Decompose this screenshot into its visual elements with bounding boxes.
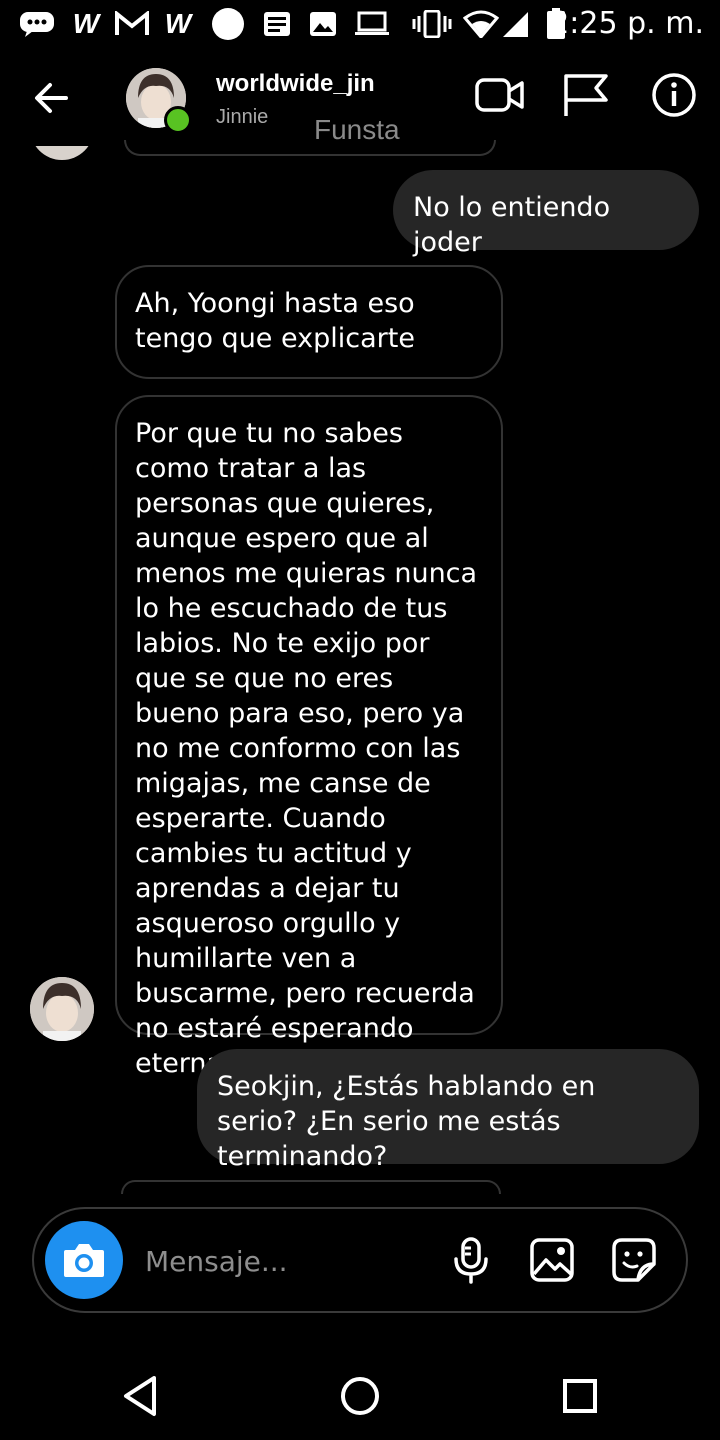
circle-icon (208, 8, 248, 40)
message-input[interactable] (145, 1240, 425, 1282)
info-icon (652, 73, 696, 117)
w-icon: W (164, 8, 192, 39)
nav-recents-icon (563, 1379, 597, 1413)
back-button[interactable] (30, 76, 74, 120)
sticker-icon (612, 1238, 656, 1282)
incoming-message[interactable]: Ah, Yoongi hasta eso tengo que explicart… (115, 265, 503, 379)
status-time: 2:25 p. m. (550, 6, 704, 41)
camera-icon (64, 1244, 104, 1277)
report-flag-button[interactable] (560, 72, 612, 118)
sticker-button[interactable] (610, 1236, 658, 1284)
nav-back-button[interactable] (110, 1366, 170, 1426)
gmail-icon (114, 10, 150, 38)
camera-button[interactable] (45, 1221, 123, 1299)
vibrate-icon (412, 10, 452, 38)
gallery-button[interactable] (528, 1236, 576, 1284)
nav-recents-button[interactable] (550, 1366, 610, 1426)
nav-home-icon (341, 1377, 379, 1415)
messages-icon (18, 10, 56, 38)
microphone-icon (454, 1237, 488, 1284)
message-avatar[interactable] (30, 977, 94, 1041)
next-message-bubble (121, 1180, 501, 1194)
back-arrow-icon (35, 83, 68, 113)
nav-home-button[interactable] (330, 1366, 390, 1426)
nav-back-icon (124, 1376, 156, 1416)
previous-message-bubble (124, 140, 496, 156)
video-call-button[interactable] (474, 72, 526, 118)
wifi-icon (462, 10, 500, 38)
w-icon: W (72, 8, 100, 39)
signal-icon (500, 10, 530, 38)
laptop-icon (354, 10, 390, 38)
chat-username[interactable]: worldwide_jin (216, 70, 375, 98)
incoming-message[interactable]: Por que tu no sabes como tratar a las pe… (115, 395, 503, 1079)
flag-icon (564, 74, 608, 116)
outgoing-message[interactable]: Seokjin, ¿Estás hablando en serio? ¿En s… (197, 1049, 699, 1172)
news-icon (262, 10, 292, 38)
outgoing-message[interactable]: No lo entiendo joder (393, 170, 699, 258)
voice-message-button[interactable] (447, 1236, 495, 1284)
info-button[interactable] (648, 72, 700, 118)
status-bar: W W 2:25 p. m. (0, 0, 720, 50)
video-call-icon (475, 78, 524, 112)
image-icon (530, 1238, 574, 1282)
gallery-icon (308, 10, 338, 38)
chat-display-name: Jinnie (216, 106, 269, 128)
online-status-dot (164, 106, 192, 134)
